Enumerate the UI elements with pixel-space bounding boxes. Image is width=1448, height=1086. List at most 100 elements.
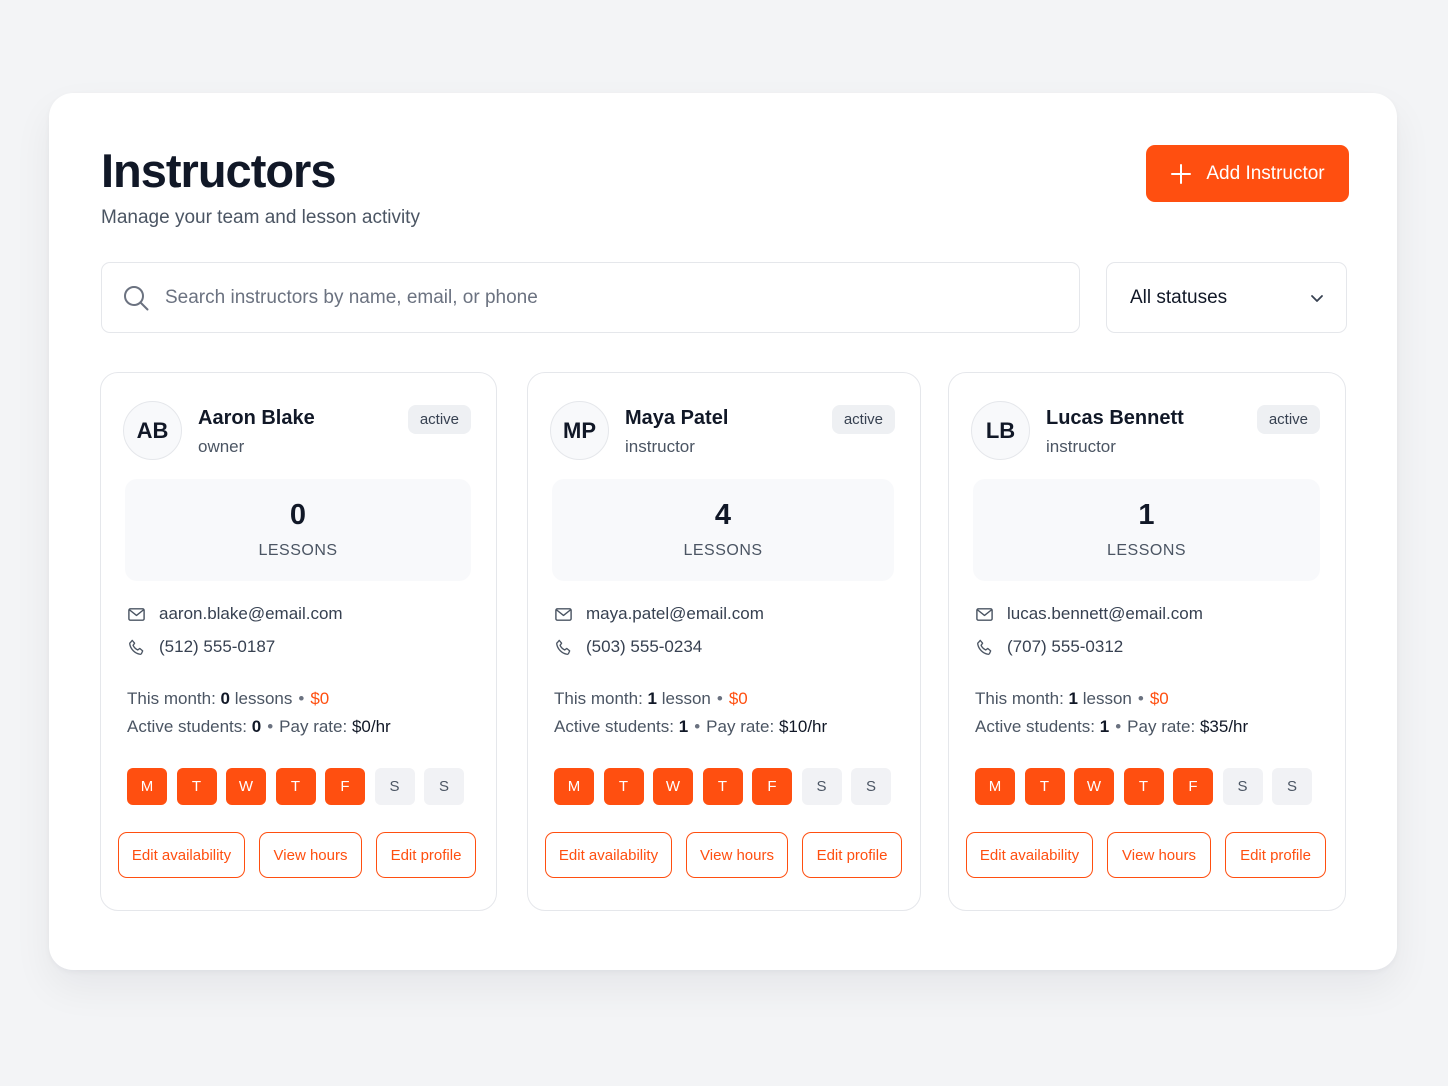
phone-row: (503) 555-0234 <box>554 637 702 657</box>
phone-icon <box>129 639 144 655</box>
view-hours-button[interactable]: View hours <box>686 832 788 878</box>
pay-rate-value: $0/hr <box>351 717 391 736</box>
phone-text[interactable]: (707) 555-0312 <box>1007 637 1123 657</box>
lessons-count: 1 <box>1138 498 1155 531</box>
this-month-amount: $0 <box>728 689 748 708</box>
email-text[interactable]: maya.patel@email.com <box>586 604 764 624</box>
day-toggle[interactable]: T <box>275 768 316 805</box>
phone-text[interactable]: (503) 555-0234 <box>586 637 702 657</box>
email-row: aaron.blake@email.com <box>127 604 343 624</box>
day-toggle[interactable]: T <box>702 768 743 805</box>
separator-dot: • <box>267 717 274 736</box>
this-month-label: This month: <box>554 689 643 708</box>
this-month-unit: lesson <box>1082 689 1132 708</box>
status-badge: active <box>831 405 895 434</box>
this-month-label: This month: <box>975 689 1064 708</box>
students-row: Active students: 0 • Pay rate: $0/hr <box>127 717 391 737</box>
this-month-count: 1 <box>1068 689 1079 708</box>
lessons-label: LESSONS <box>683 541 763 559</box>
this-month-row: This month: 1 lesson • $0 <box>975 689 1169 709</box>
status-filter-value: All statuses <box>1130 286 1228 308</box>
edit-profile-button[interactable]: Edit profile <box>376 832 476 878</box>
add-instructor-button[interactable]: Add Instructor <box>1146 145 1349 202</box>
mail-icon <box>128 607 145 621</box>
edit-availability-button[interactable]: Edit availability <box>966 832 1093 878</box>
lessons-stat: 0 LESSONS <box>125 479 471 581</box>
separator-dot: • <box>694 717 701 736</box>
mail-icon <box>976 607 993 621</box>
weekday-availability: MTWTFSS <box>127 768 464 805</box>
card-actions: Edit availability View hours Edit profile <box>118 832 476 878</box>
day-toggle[interactable]: T <box>1123 768 1164 805</box>
instructor-card: AB Aaron Blake owner active 0 LESSONS aaron.bl… <box>100 372 497 911</box>
day-toggle[interactable]: S <box>424 768 464 805</box>
instructor-card: LB Lucas Bennett instructor active 1 LESSONS l… <box>948 372 1346 911</box>
weekday-availability: MTWTFSS <box>975 768 1312 805</box>
students-row: Active students: 1 • Pay rate: $35/hr <box>975 717 1248 737</box>
day-toggle[interactable]: T <box>176 768 217 805</box>
email-text[interactable]: aaron.blake@email.com <box>159 604 343 624</box>
pay-rate-value: $35/hr <box>1199 717 1249 736</box>
day-toggle[interactable]: M <box>975 768 1015 805</box>
active-students-count: 1 <box>678 717 689 736</box>
day-toggle[interactable]: W <box>653 768 693 805</box>
day-toggle[interactable]: F <box>752 768 792 805</box>
lessons-stat: 4 LESSONS <box>552 479 894 581</box>
edit-availability-button[interactable]: Edit availability <box>118 832 245 878</box>
phone-icon <box>977 639 992 655</box>
day-toggle[interactable]: T <box>1024 768 1065 805</box>
page-title: Instructors <box>101 144 336 197</box>
email-text[interactable]: lucas.bennett@email.com <box>1007 604 1203 624</box>
weekday-availability: MTWTFSS <box>554 768 891 805</box>
email-row: maya.patel@email.com <box>554 604 764 624</box>
this-month-unit: lesson <box>661 689 711 708</box>
instructor-role: instructor <box>1046 437 1116 456</box>
search-box[interactable] <box>101 262 1080 333</box>
day-toggle[interactable]: T <box>603 768 644 805</box>
lessons-count: 0 <box>289 498 307 531</box>
avatar: LB <box>971 401 1030 460</box>
active-students-count: 0 <box>251 717 262 736</box>
day-toggle[interactable]: S <box>851 768 891 805</box>
pay-rate-label: Pay rate: <box>279 717 348 736</box>
this-month-unit: lessons <box>234 689 293 708</box>
day-toggle[interactable]: W <box>1074 768 1114 805</box>
phone-text[interactable]: (512) 555-0187 <box>159 637 275 657</box>
card-actions: Edit availability View hours Edit profile <box>966 832 1326 878</box>
day-toggle[interactable]: M <box>554 768 594 805</box>
day-toggle[interactable]: S <box>374 768 415 805</box>
this-month-count: 1 <box>647 689 658 708</box>
view-hours-button[interactable]: View hours <box>1107 832 1211 878</box>
mail-icon <box>555 607 572 621</box>
day-toggle[interactable]: F <box>325 768 365 805</box>
status-badge: active <box>1256 405 1320 434</box>
phone-icon <box>556 639 571 655</box>
email-row: lucas.bennett@email.com <box>975 604 1203 624</box>
day-toggle[interactable]: W <box>226 768 266 805</box>
separator-dot: • <box>1115 717 1122 736</box>
avatar: AB <box>123 401 182 460</box>
instructor-role: owner <box>198 437 245 456</box>
search-input[interactable] <box>165 286 1045 309</box>
active-students-label: Active students: <box>127 717 248 736</box>
day-toggle[interactable]: S <box>1272 768 1312 805</box>
this-month-amount: $0 <box>1149 689 1169 708</box>
lessons-label: LESSONS <box>258 541 338 559</box>
view-hours-button[interactable]: View hours <box>259 832 362 878</box>
edit-profile-button[interactable]: Edit profile <box>802 832 902 878</box>
active-students-label: Active students: <box>554 717 675 736</box>
edit-availability-button[interactable]: Edit availability <box>545 832 672 878</box>
edit-profile-button[interactable]: Edit profile <box>1225 832 1326 878</box>
day-toggle[interactable]: M <box>127 768 167 805</box>
pay-rate-value: $10/hr <box>778 717 828 736</box>
day-toggle[interactable]: S <box>1222 768 1263 805</box>
status-filter-select[interactable]: All statuses <box>1106 262 1347 333</box>
day-toggle[interactable]: S <box>801 768 842 805</box>
lessons-count: 4 <box>714 498 732 531</box>
lessons-stat: 1 LESSONS <box>973 479 1320 581</box>
day-toggle[interactable]: F <box>1173 768 1213 805</box>
plus-icon <box>1171 163 1192 184</box>
this-month-row: This month: 1 lesson • $0 <box>554 689 748 709</box>
page-subtitle: Manage your team and lesson activity <box>101 207 420 228</box>
active-students-count: 1 <box>1099 717 1110 736</box>
